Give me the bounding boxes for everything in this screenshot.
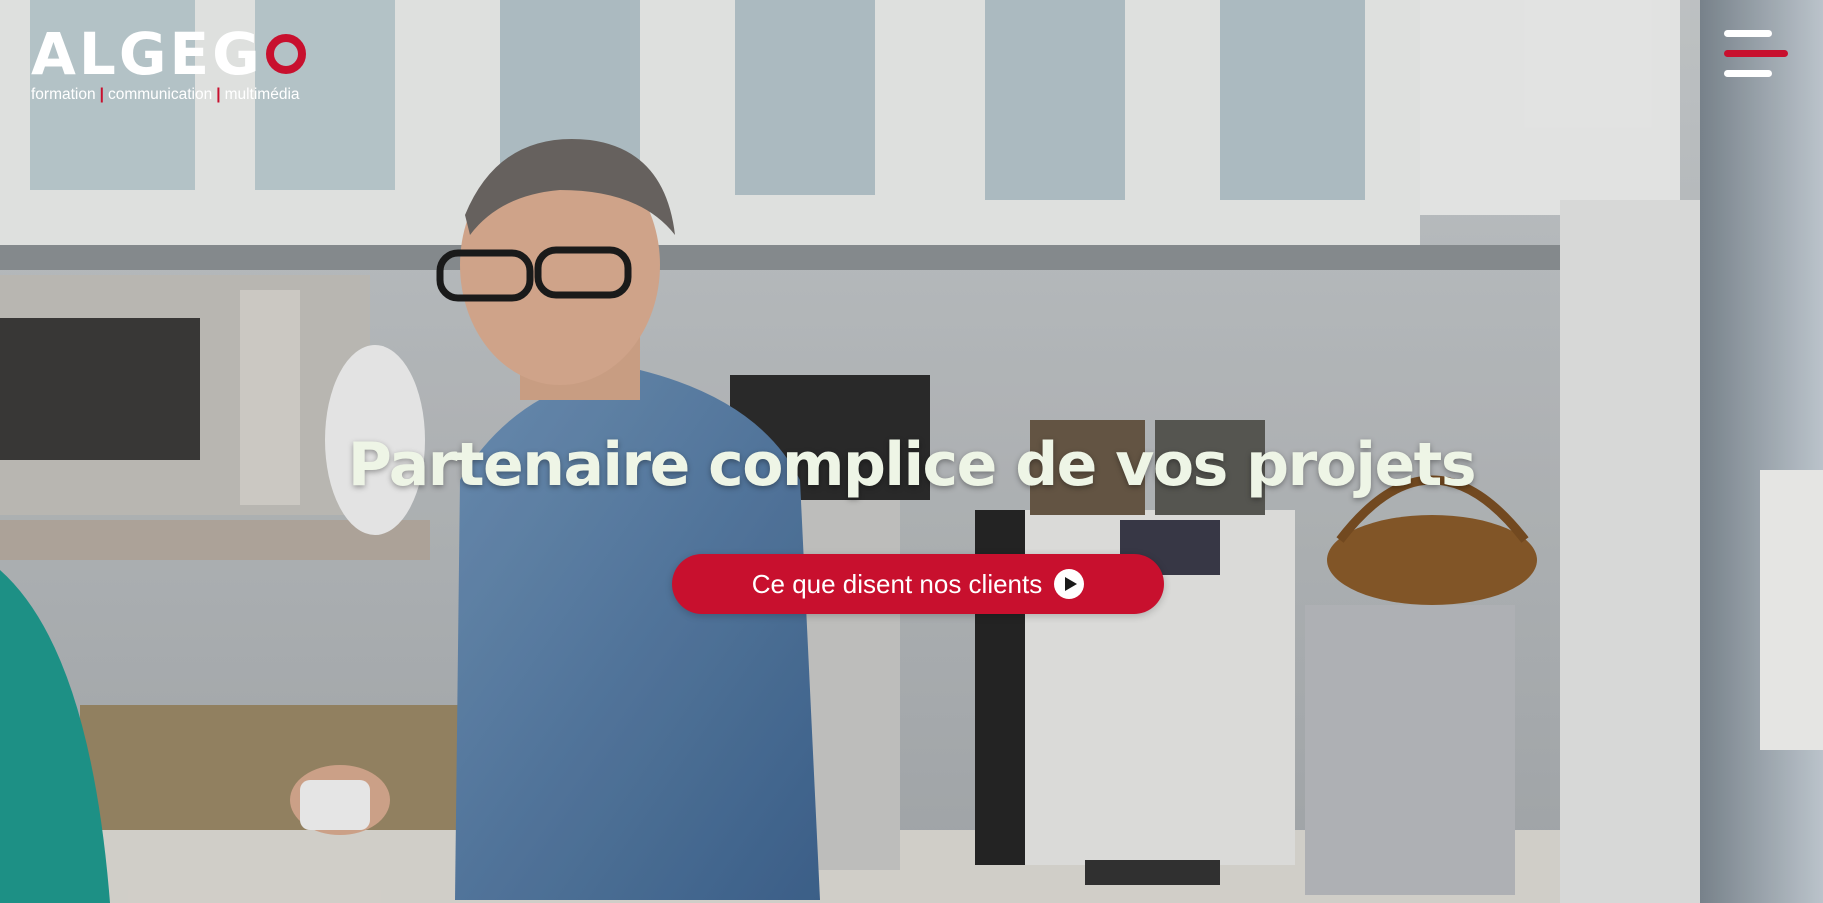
brand-o-mark	[265, 34, 306, 74]
hamburger-menu-icon[interactable]	[1724, 28, 1788, 80]
menu-bar-middle	[1724, 50, 1788, 57]
brand-wordmark: ALGEG	[31, 20, 331, 88]
brand-name: ALGEG	[31, 20, 263, 88]
testimonials-cta-button[interactable]: Ce que disent nos clients	[672, 554, 1164, 614]
hero-section: ALGEG formation | communication | multimédia…	[0, 0, 1823, 903]
tagline-communication: communication	[107, 86, 213, 103]
tagline-separator: |	[216, 86, 221, 103]
tagline-separator: |	[99, 86, 104, 103]
hero-headline: Partenaire complice de vos projets	[347, 430, 1477, 500]
tagline-multimedia: multimédia	[224, 86, 300, 103]
brand-tagline: formation | communication | multimédia	[31, 86, 331, 104]
tagline-formation: formation	[31, 86, 96, 103]
menu-bar-bottom	[1724, 70, 1772, 77]
cta-label: Ce que disent nos clients	[751, 568, 1043, 599]
play-circle-icon	[1054, 569, 1085, 599]
brand-logo[interactable]: ALGEG formation | communication | multimédia	[31, 20, 331, 104]
menu-bar-top	[1724, 30, 1772, 37]
